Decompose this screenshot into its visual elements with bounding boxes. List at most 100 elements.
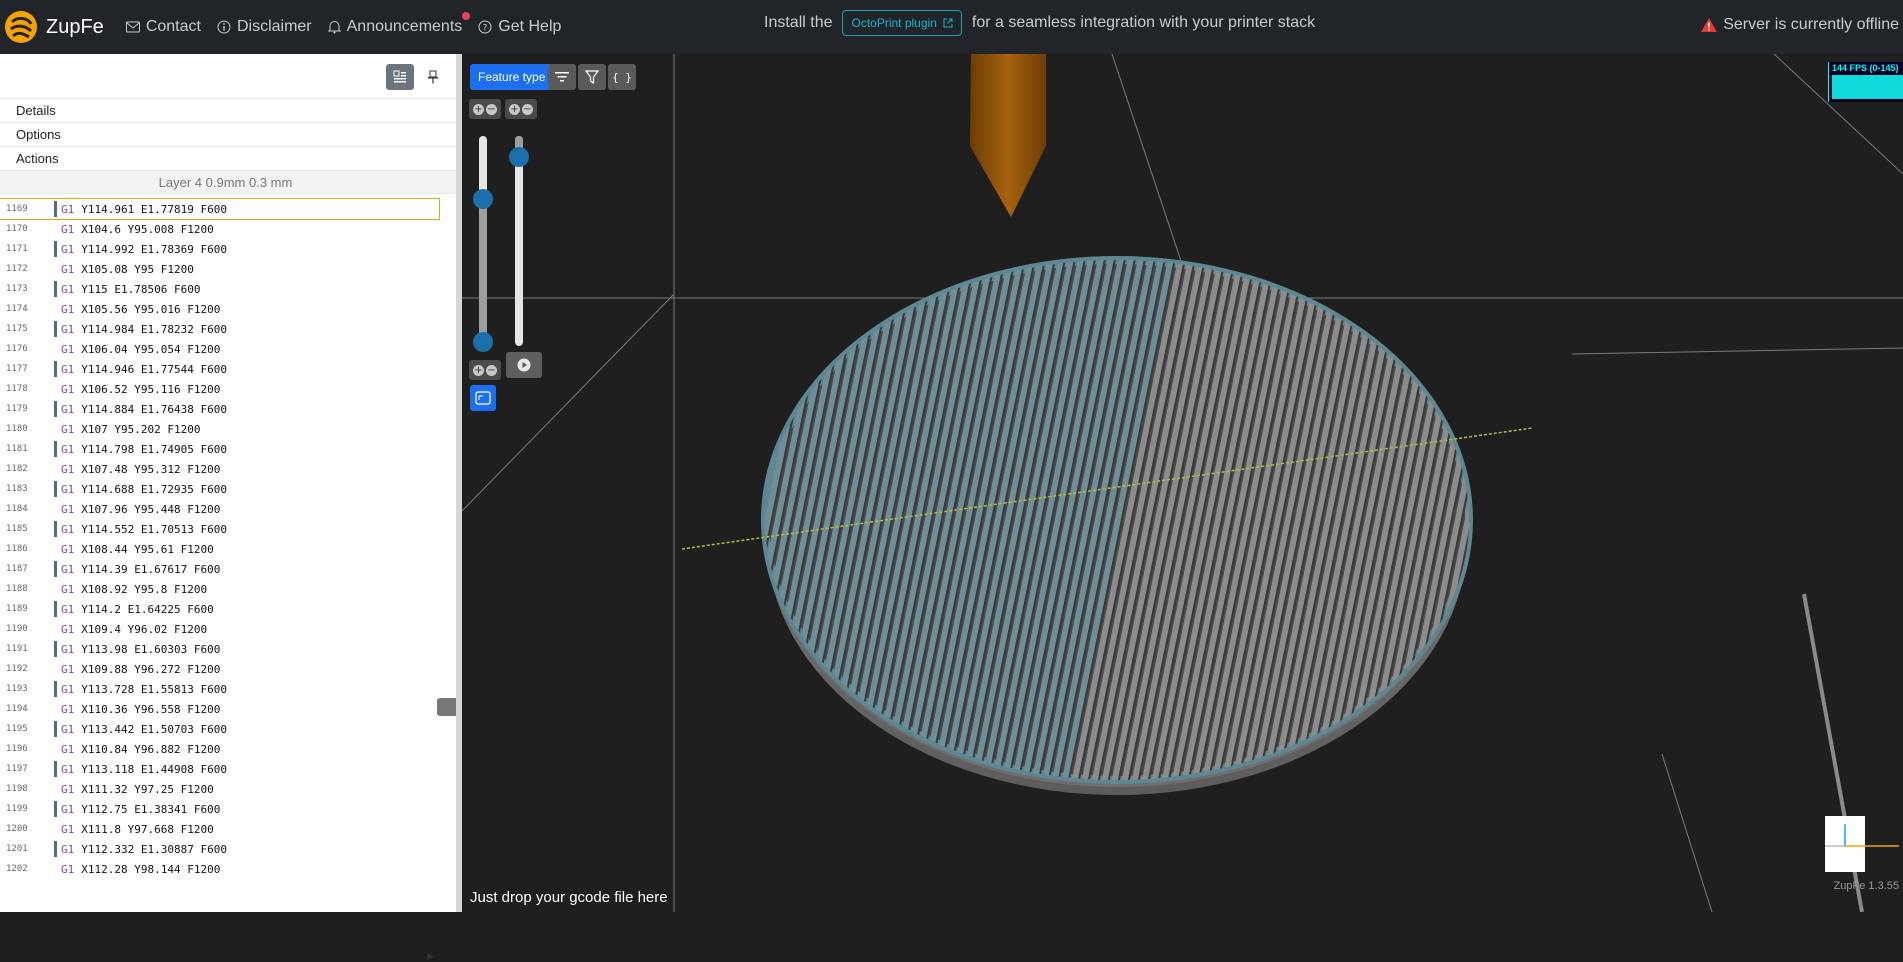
gcode-row[interactable]: 1191 G1 Y113.98 E1.60303 F600: [0, 639, 446, 659]
gcode-row[interactable]: 1196 G1 X110.84 Y96.882 F1200: [0, 739, 446, 759]
zoom-out-icon[interactable]: −: [486, 103, 497, 115]
gcode-row[interactable]: 1188 G1 X108.92 Y95.8 F1200: [0, 579, 446, 599]
gcode-row[interactable]: 1179 G1 Y114.884 E1.76438 F600: [0, 399, 446, 419]
layout-toggle-button[interactable]: [386, 64, 414, 90]
extrusion-marker: [54, 221, 57, 237]
fps-graph: [1832, 75, 1903, 99]
axes-gizmo: [1825, 816, 1899, 872]
gcode-row[interactable]: 1192 G1 X109.88 Y96.272 F1200: [0, 659, 446, 679]
section-details[interactable]: Details: [0, 98, 456, 122]
left-panel: Details Options Actions Layer 4 0.9mm 0.…: [0, 54, 456, 961]
gcode-command: G1: [61, 442, 75, 456]
nav-contact[interactable]: Contact: [125, 18, 201, 36]
3d-viewport[interactable]: Feature type ▼ { } + − + − + − 144 FPS (…: [462, 54, 1903, 912]
line-number: 1172: [6, 264, 28, 274]
server-status: Server is currently offline: [1701, 16, 1899, 34]
screenshot-button[interactable]: [470, 385, 496, 411]
gcode-command: G1: [61, 302, 75, 316]
move-slider[interactable]: [515, 136, 523, 346]
gcode-row[interactable]: 1183 G1 Y114.688 E1.72935 F600: [0, 479, 446, 499]
gcode-row[interactable]: 1202 G1 X112.28 Y98.144 F1200: [0, 859, 446, 879]
gcode-row[interactable]: 1199 G1 Y112.75 E1.38341 F600: [0, 799, 446, 819]
gcode-args: Y114.2 E1.64225 F600: [81, 602, 214, 616]
nav-disclaimer[interactable]: Disclaimer: [217, 18, 312, 36]
gcode-args: X105.56 Y95.016 F1200: [81, 302, 221, 316]
gcode-args: Y114.946 E1.77544 F600: [81, 362, 227, 376]
nav-get-help-label: Get Help: [498, 18, 562, 35]
gcode-row[interactable]: 1185 G1 Y114.552 E1.70513 F600: [0, 519, 446, 539]
gcode-row[interactable]: 1189 G1 Y114.2 E1.64225 F600: [0, 599, 446, 619]
gcode-args: Y113.118 E1.44908 F600: [81, 762, 227, 776]
line-number: 1195: [6, 724, 28, 734]
gcode-row[interactable]: 1180 G1 X107 Y95.202 F1200: [0, 419, 446, 439]
line-number: 1183: [6, 484, 28, 494]
zoom-out-icon[interactable]: −: [522, 103, 533, 115]
gcode-row[interactable]: 1174 G1 X105.56 Y95.016 F1200: [0, 299, 446, 319]
nav-get-help[interactable]: ? Get Help: [478, 18, 561, 36]
gcode-row[interactable]: 1170 G1 X104.6 Y95.008 F1200: [0, 219, 446, 239]
question-circle-icon: ?: [478, 20, 492, 34]
scroll-right-arrow-icon[interactable]: ▶: [427, 951, 434, 962]
gcode-row[interactable]: 1184 G1 X107.96 Y95.448 F1200: [0, 499, 446, 519]
gcode-command: G1: [61, 822, 75, 836]
gcode-row[interactable]: 1195 G1 Y113.442 E1.50703 F600: [0, 719, 446, 739]
section-actions[interactable]: Actions: [0, 146, 456, 170]
gcode-row[interactable]: 1175 G1 Y114.984 E1.78232 F600: [0, 319, 446, 339]
line-number: 1179: [6, 404, 28, 414]
gcode-row[interactable]: 1169 G1 Y114.961 E1.77819 F600: [0, 198, 440, 220]
line-number: 1193: [6, 684, 28, 694]
gcode-row[interactable]: 1201 G1 Y112.332 E1.30887 F600: [0, 839, 446, 859]
gcode-command: G1: [61, 462, 75, 476]
gcode-row[interactable]: 1173 G1 Y115 E1.78506 F600: [0, 279, 446, 299]
zoom-in-icon[interactable]: +: [509, 103, 520, 115]
zoom-out-icon[interactable]: −: [486, 364, 497, 376]
zoom-in-icon[interactable]: +: [473, 103, 484, 115]
layout-icon: [393, 70, 406, 83]
gcode-row[interactable]: 1197 G1 Y113.118 E1.44908 F600: [0, 759, 446, 779]
gcode-list[interactable]: 1169 G1 Y114.961 E1.77819 F600 1170 G1 X104.6…: [0, 198, 446, 899]
gcode-row[interactable]: 1176 G1 X106.04 Y95.054 F1200: [0, 339, 446, 359]
sort-filter-button[interactable]: [548, 64, 576, 90]
gcode-row[interactable]: 1178 G1 X106.52 Y95.116 F1200: [0, 379, 446, 399]
gcode-row[interactable]: 1198 G1 X111.32 Y97.25 F1200: [0, 779, 446, 799]
gcode-row[interactable]: 1186 G1 X108.44 Y95.61 F1200: [0, 539, 446, 559]
section-options[interactable]: Options: [0, 122, 456, 146]
gcode-command: G1: [61, 782, 75, 796]
gcode-row[interactable]: 1172 G1 X105.08 Y95 F1200: [0, 259, 446, 279]
play-button[interactable]: [506, 352, 542, 378]
layer-max-handle[interactable]: [473, 189, 493, 209]
gcode-command: G1: [61, 622, 75, 636]
layer-min-handle[interactable]: [473, 332, 493, 352]
gcode-row[interactable]: 1193 G1 Y113.728 E1.55813 F600: [0, 679, 446, 699]
line-number: 1192: [6, 664, 28, 674]
move-handle[interactable]: [509, 147, 529, 167]
gcode-row[interactable]: 1187 G1 Y114.39 E1.67617 F600: [0, 559, 446, 579]
code-view-button[interactable]: { }: [608, 64, 636, 90]
gcode-command: G1: [61, 322, 75, 336]
pin-panel-button[interactable]: [419, 64, 447, 90]
gcode-row[interactable]: 1194 G1 X110.36 Y96.558 F1200: [0, 699, 446, 719]
panel-resize-handle[interactable]: [437, 698, 456, 716]
drop-hint: Just drop your gcode file here: [470, 889, 668, 906]
gcode-row[interactable]: 1182 G1 X107.48 Y95.312 F1200: [0, 459, 446, 479]
nav-announcements[interactable]: Announcements: [327, 12, 471, 36]
gcode-row[interactable]: 1171 G1 Y114.992 E1.78369 F600: [0, 239, 446, 259]
gcode-row[interactable]: 1200 G1 X111.8 Y97.668 F1200: [0, 819, 446, 839]
brand-name: ZupFe: [46, 15, 104, 38]
zoom-in-icon[interactable]: +: [473, 364, 484, 376]
gcode-command: G1: [61, 482, 75, 496]
octoprint-plugin-button[interactable]: OctoPrint plugin: [842, 10, 962, 36]
extrusion-marker: [54, 661, 57, 677]
filter-button[interactable]: [578, 64, 606, 90]
gcode-row[interactable]: 1190 G1 X109.4 Y96.02 F1200: [0, 619, 446, 639]
gcode-args: X107 Y95.202 F1200: [81, 422, 201, 436]
gcode-row[interactable]: 1177 G1 Y114.946 E1.77544 F600: [0, 359, 446, 379]
gcode-args: X107.96 Y95.448 F1200: [81, 502, 221, 516]
gcode-row[interactable]: 1181 G1 Y114.798 E1.74905 F600: [0, 439, 446, 459]
line-number: 1178: [6, 384, 28, 394]
external-link-icon: [943, 18, 953, 28]
line-number: 1188: [6, 584, 28, 594]
gcode-command: G1: [61, 242, 75, 256]
brand[interactable]: ZupFe: [4, 0, 126, 54]
gcode-command: G1: [61, 602, 75, 616]
